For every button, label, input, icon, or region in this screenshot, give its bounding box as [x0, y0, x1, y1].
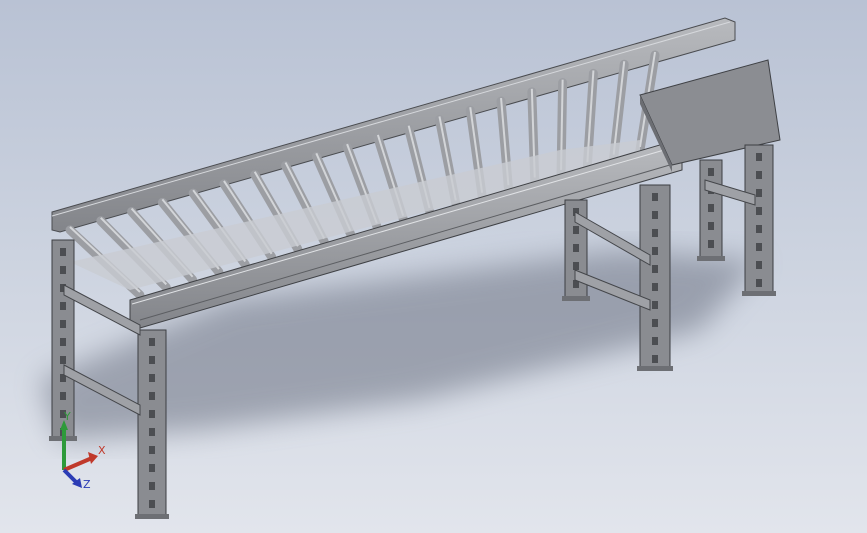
- leg-slot: [708, 204, 714, 212]
- leg-slot: [652, 319, 658, 327]
- leg-slot: [149, 500, 155, 508]
- leg-slot: [60, 320, 66, 328]
- leg-slot: [756, 153, 762, 161]
- leg-slot: [652, 193, 658, 201]
- conveyor-model-view[interactable]: [0, 0, 867, 533]
- leg-slot: [652, 247, 658, 255]
- leg-slot: [756, 243, 762, 251]
- leg-slot: [652, 265, 658, 273]
- leg-slot: [149, 428, 155, 436]
- leg-slot: [149, 338, 155, 346]
- leg-slot: [708, 222, 714, 230]
- leg-slot: [652, 301, 658, 309]
- leg-slot: [573, 226, 579, 234]
- leg-slot: [573, 244, 579, 252]
- leg-slot: [60, 356, 66, 364]
- leg-slot: [149, 392, 155, 400]
- x-arrowhead-icon: [88, 452, 98, 464]
- x-axis-icon: [63, 456, 93, 472]
- leg-slot: [60, 266, 66, 274]
- graphics-viewport[interactable]: Y X Z: [0, 0, 867, 533]
- leg-slot: [149, 410, 155, 418]
- leg-slot: [149, 464, 155, 472]
- leg-slot: [573, 262, 579, 270]
- y-axis-label: Y: [63, 412, 71, 423]
- leg-slot: [756, 207, 762, 215]
- leg-slot: [60, 248, 66, 256]
- leg-slot: [60, 392, 66, 400]
- orientation-triad: Y X Z: [60, 412, 106, 491]
- leg-slot: [652, 211, 658, 219]
- leg-slot: [149, 356, 155, 364]
- leg-slot: [756, 225, 762, 233]
- z-axis-label: Z: [83, 478, 91, 491]
- leg-foot: [742, 291, 776, 296]
- x-axis-label: X: [98, 444, 106, 457]
- leg-foot: [637, 366, 673, 371]
- leg-slot: [652, 355, 658, 363]
- leg-slot: [149, 446, 155, 454]
- leg-foot: [135, 514, 169, 519]
- leg-slot: [149, 374, 155, 382]
- leg-foot: [697, 256, 725, 261]
- leg-slot: [652, 283, 658, 291]
- leg-slot: [149, 482, 155, 490]
- leg-slot: [60, 338, 66, 346]
- leg-slot: [756, 279, 762, 287]
- leg-slot: [652, 337, 658, 345]
- leg-foot: [562, 296, 590, 301]
- support-leg: [744, 144, 774, 296]
- leg-slot: [60, 302, 66, 310]
- leg-slot: [708, 240, 714, 248]
- leg-slot: [756, 171, 762, 179]
- leg-slot: [708, 168, 714, 176]
- leg-slot: [652, 229, 658, 237]
- leg-slot: [756, 189, 762, 197]
- leg-slot: [756, 261, 762, 269]
